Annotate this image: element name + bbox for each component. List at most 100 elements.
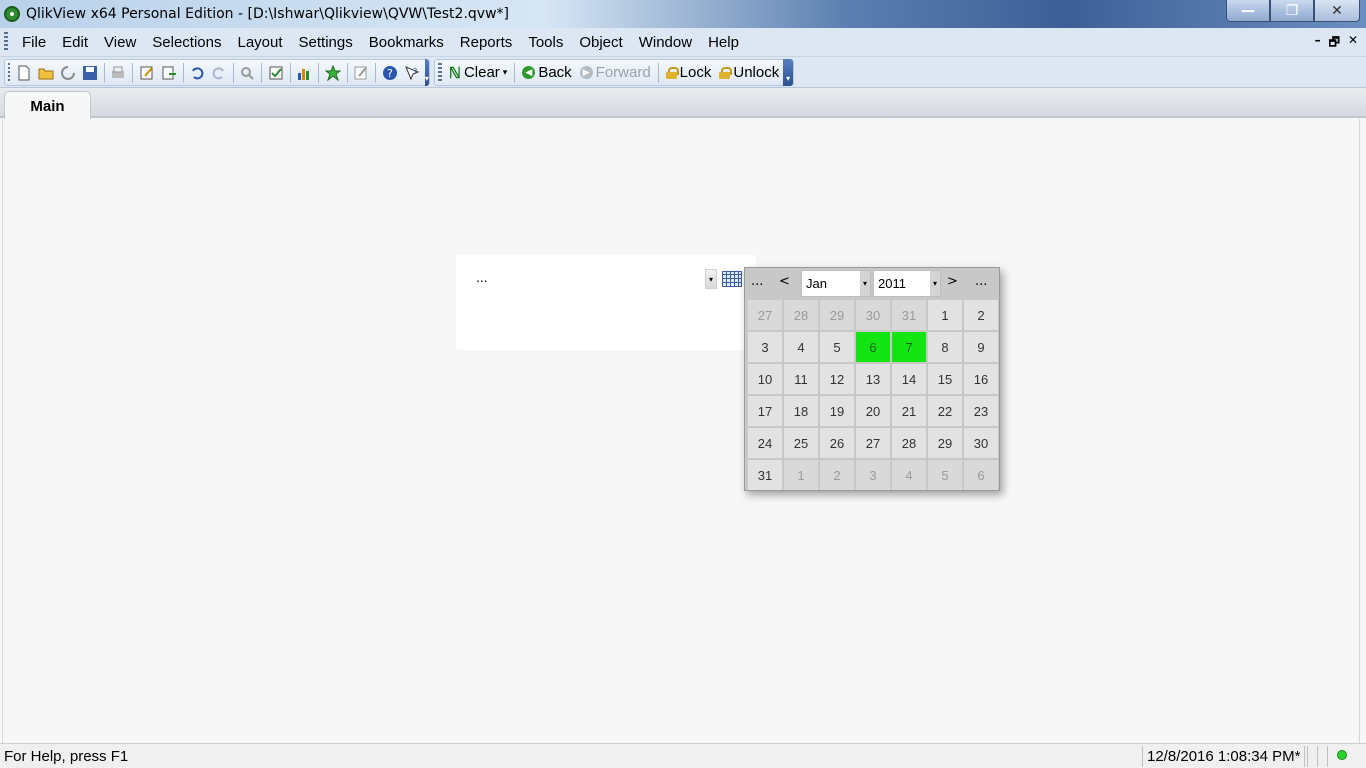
lock-button[interactable]: Lock: [662, 64, 716, 81]
calendar-day-cell[interactable]: 31: [748, 460, 782, 490]
calendar-day-cell[interactable]: 22: [928, 396, 962, 426]
select-icon[interactable]: [268, 65, 284, 81]
calendar-day-cell[interactable]: 2: [820, 460, 854, 490]
calendar-day-cell[interactable]: 28: [892, 428, 926, 458]
bookmark-icon[interactable]: [324, 64, 342, 81]
calendar-day-cell[interactable]: 17: [748, 396, 782, 426]
calendar-day-cell[interactable]: 2: [964, 300, 998, 330]
calendar-day-cell[interactable]: 20: [856, 396, 890, 426]
open-icon[interactable]: [38, 65, 54, 81]
calendar-day-cell[interactable]: 29: [928, 428, 962, 458]
calendar-day-cell[interactable]: 31: [892, 300, 926, 330]
calendar-day-cell[interactable]: 8: [928, 332, 962, 362]
calendar-day-cell[interactable]: 10: [748, 364, 782, 394]
calendar-day-cell[interactable]: 13: [856, 364, 890, 394]
sheet-canvas[interactable]: [2, 119, 1360, 743]
clear-button[interactable]: ℕ Clear ▾: [445, 64, 511, 82]
calendar-input-value[interactable]: ...: [476, 271, 487, 285]
menu-window[interactable]: Window: [631, 34, 700, 51]
redo-icon[interactable]: [211, 65, 227, 81]
calendar-day-cell[interactable]: 24: [748, 428, 782, 458]
menu-reports[interactable]: Reports: [452, 34, 521, 51]
menu-help[interactable]: Help: [700, 34, 747, 51]
save-icon[interactable]: [82, 65, 98, 81]
doc-restore-button[interactable]: 🗗: [1329, 33, 1340, 54]
next-month-button[interactable]: >: [947, 274, 958, 289]
search-icon[interactable]: [239, 65, 255, 81]
doc-close-button[interactable]: ✕: [1348, 33, 1358, 54]
prev-month-button[interactable]: <: [779, 274, 790, 289]
calendar-day-cell[interactable]: 14: [892, 364, 926, 394]
calendar-day-cell[interactable]: 3: [856, 460, 890, 490]
toolbar-grip[interactable]: [438, 62, 442, 83]
export-icon[interactable]: [161, 65, 177, 81]
calendar-day-cell[interactable]: 12: [820, 364, 854, 394]
calendar-input-object[interactable]: ... ▾: [456, 255, 756, 350]
calendar-day-cell[interactable]: 26: [820, 428, 854, 458]
calendar-day-cell[interactable]: 6: [964, 460, 998, 490]
doc-minimize-button[interactable]: –: [1315, 33, 1321, 54]
calendar-day-cell[interactable]: 11: [784, 364, 818, 394]
menu-view[interactable]: View: [96, 34, 144, 51]
menu-edit[interactable]: Edit: [54, 34, 96, 51]
menu-file[interactable]: File: [14, 34, 54, 51]
calendar-day-cell[interactable]: 29: [820, 300, 854, 330]
calendar-day-cell[interactable]: 1: [784, 460, 818, 490]
calendar-day-cell[interactable]: 30: [964, 428, 998, 458]
month-select[interactable]: Jan ▾: [801, 270, 871, 297]
tab-main[interactable]: Main: [4, 91, 91, 120]
reload-icon[interactable]: [60, 65, 76, 81]
calendar-day-cell[interactable]: 19: [820, 396, 854, 426]
calendar-day-cell[interactable]: 1: [928, 300, 962, 330]
calendar-day-cell[interactable]: 28: [784, 300, 818, 330]
calendar-day-cell[interactable]: 3: [748, 332, 782, 362]
undo-icon[interactable]: [189, 65, 205, 81]
print-icon[interactable]: [110, 65, 126, 81]
prev-year-button[interactable]: ...: [751, 274, 763, 289]
toolbar-overflow-button[interactable]: ▾: [783, 59, 794, 86]
calendar-day-cell[interactable]: 5: [820, 332, 854, 362]
minimize-button[interactable]: —: [1226, 0, 1270, 22]
menu-bookmarks[interactable]: Bookmarks: [361, 34, 452, 51]
calendar-day-cell[interactable]: 9: [964, 332, 998, 362]
close-button[interactable]: ✕: [1314, 0, 1360, 22]
calendar-day-cell[interactable]: 18: [784, 396, 818, 426]
menu-tools[interactable]: Tools: [520, 34, 571, 51]
toolbar-overflow-button[interactable]: ▾: [424, 59, 430, 86]
chevron-down-icon[interactable]: ▾: [503, 67, 508, 78]
calendar-day-cell[interactable]: 16: [964, 364, 998, 394]
chart-icon[interactable]: [296, 65, 312, 81]
qlikview-app-icon[interactable]: [4, 6, 20, 22]
calendar-day-cell[interactable]: 7: [892, 332, 926, 362]
chevron-down-icon[interactable]: ▾: [930, 271, 940, 296]
calendar-day-cell[interactable]: 6: [856, 332, 890, 362]
properties-icon[interactable]: [353, 65, 369, 81]
year-select[interactable]: 2011 ▾: [873, 270, 941, 297]
calendar-day-cell[interactable]: 27: [748, 300, 782, 330]
calendar-day-cell[interactable]: 23: [964, 396, 998, 426]
back-button[interactable]: ◀ Back: [518, 64, 575, 81]
calendar-dropdown-arrow[interactable]: ▾: [705, 269, 717, 289]
forward-button[interactable]: ▶ Forward: [576, 64, 655, 81]
calendar-day-cell[interactable]: 4: [784, 332, 818, 362]
calendar-day-cell[interactable]: 15: [928, 364, 962, 394]
toolbar-grip[interactable]: [8, 62, 10, 83]
calendar-day-cell[interactable]: 5: [928, 460, 962, 490]
menu-layout[interactable]: Layout: [230, 34, 291, 51]
menu-object[interactable]: Object: [571, 34, 630, 51]
calendar-day-cell[interactable]: 27: [856, 428, 890, 458]
chevron-down-icon[interactable]: ▾: [860, 271, 870, 296]
edit-script-icon[interactable]: [139, 65, 155, 81]
next-year-button[interactable]: ...: [975, 274, 987, 289]
menu-selections[interactable]: Selections: [144, 34, 229, 51]
context-help-icon[interactable]: ?: [404, 65, 420, 81]
calendar-day-cell[interactable]: 4: [892, 460, 926, 490]
calendar-day-cell[interactable]: 30: [856, 300, 890, 330]
new-icon[interactable]: [16, 65, 32, 81]
help-icon[interactable]: ?: [382, 65, 398, 81]
menu-grip[interactable]: [4, 32, 8, 52]
menu-settings[interactable]: Settings: [291, 34, 361, 51]
restore-button[interactable]: ❐: [1270, 0, 1314, 22]
calendar-icon[interactable]: [722, 271, 742, 287]
calendar-day-cell[interactable]: 25: [784, 428, 818, 458]
